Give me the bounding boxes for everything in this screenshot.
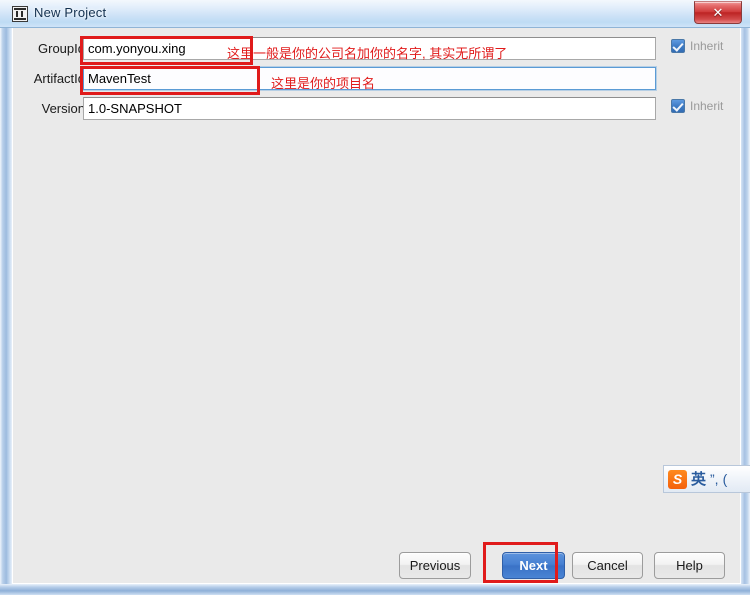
close-icon: ✕ — [712, 5, 724, 20]
form-row-version: Version Inherit — [13, 95, 742, 125]
label-artifactid: ArtifactId — [33, 71, 85, 86]
sogou-ime-toolbar[interactable]: S 英 ”, ( — [663, 465, 750, 493]
window-border-bottom — [0, 584, 750, 595]
window-frame: New Project ✕ GroupId Inherit ArtifactId… — [0, 0, 750, 595]
title-bar[interactable]: New Project ✕ — [0, 0, 750, 28]
window-title: New Project — [34, 5, 107, 20]
sogou-logo-icon[interactable]: S — [668, 469, 687, 489]
window-border-left — [0, 0, 12, 595]
intellij-idea-icon — [12, 6, 28, 22]
inherit-label-groupid: Inherit — [690, 39, 724, 53]
inherit-group-groupid[interactable]: Inherit — [671, 39, 723, 53]
inherit-label-version: Inherit — [690, 99, 724, 113]
ime-punctuation-toggle[interactable]: ”, — [710, 472, 719, 486]
help-button[interactable]: Help — [654, 552, 725, 579]
inherit-checkbox-groupid[interactable] — [671, 39, 685, 53]
window-border-right — [741, 0, 750, 595]
ime-language-mode[interactable]: 英 — [691, 472, 706, 487]
inherit-checkbox-version[interactable] — [671, 99, 685, 113]
form-row-artifactid: ArtifactId — [13, 65, 742, 95]
dialog-content: GroupId Inherit ArtifactId Version Inher… — [12, 28, 741, 584]
ime-extra-icon[interactable]: ( — [723, 472, 728, 486]
close-button[interactable]: ✕ — [694, 1, 742, 24]
annotation-text-artifactid: 这里是你的项目名 — [271, 76, 376, 91]
annotation-text-groupid: 这里一般是你的公司名加你的名字, 其实无所谓了 — [227, 46, 508, 61]
inherit-group-version[interactable]: Inherit — [671, 99, 723, 113]
previous-button[interactable]: Previous — [399, 552, 471, 579]
next-button[interactable]: Next — [502, 552, 565, 579]
version-input[interactable] — [83, 97, 656, 120]
label-groupid: GroupId — [38, 41, 85, 56]
dialog-button-bar: Previous Next Cancel Help — [13, 547, 742, 584]
cancel-button[interactable]: Cancel — [572, 552, 643, 579]
label-version: Version — [41, 101, 85, 116]
